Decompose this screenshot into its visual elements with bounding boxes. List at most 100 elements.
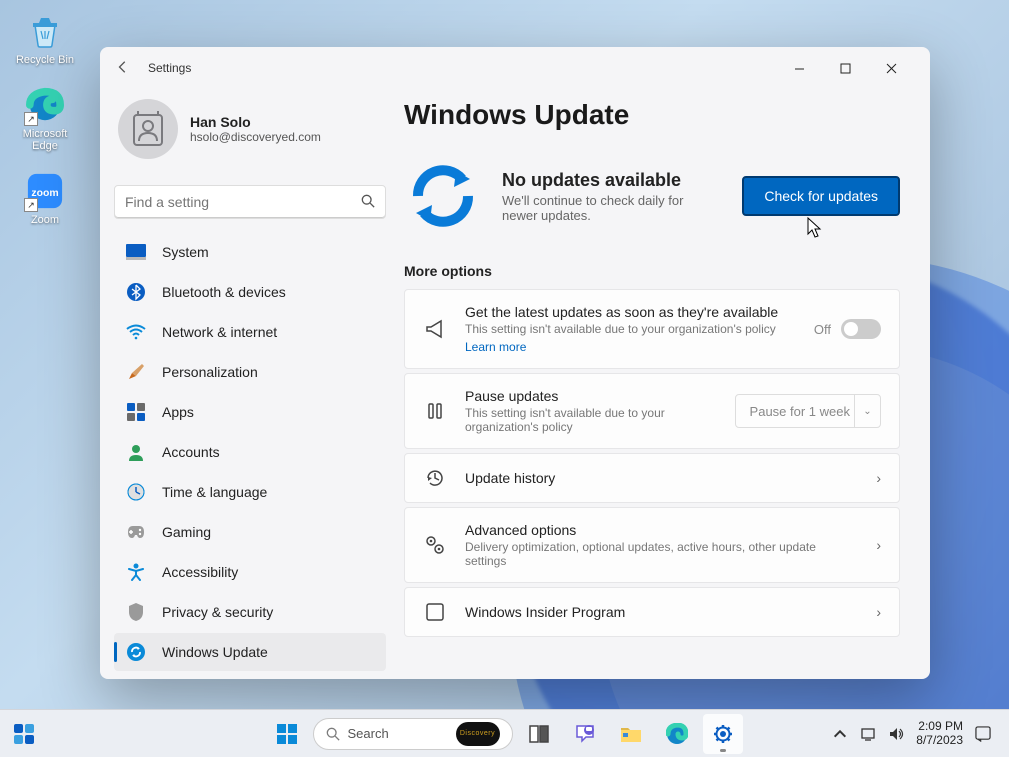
search-placeholder: Search: [348, 726, 444, 741]
sidebar-item-windows-update[interactable]: Windows Update: [114, 633, 386, 671]
nav-label: Gaming: [162, 524, 211, 540]
edge-button[interactable]: [657, 714, 697, 754]
window-title: Settings: [148, 61, 191, 75]
gears-icon: [423, 534, 447, 556]
nav-label: Windows Update: [162, 644, 268, 660]
card-windows-insider[interactable]: Windows Insider Program ›: [404, 587, 900, 637]
pause-icon: [423, 401, 447, 421]
card-title: Advanced options: [465, 522, 858, 538]
card-get-latest[interactable]: Get the latest updates as soon as they'r…: [404, 289, 900, 369]
main-content: Windows Update No updates available We'l…: [400, 89, 930, 679]
maximize-button[interactable]: [822, 52, 868, 84]
status-heading: No updates available: [502, 170, 722, 191]
sidebar-item-gaming[interactable]: Gaming: [114, 513, 386, 551]
more-options-label: More options: [404, 263, 900, 279]
sound-tray-icon[interactable]: [888, 726, 904, 742]
sidebar-item-bluetooth[interactable]: Bluetooth & devices: [114, 273, 386, 311]
toggle-switch[interactable]: [841, 319, 881, 339]
search-box[interactable]: [114, 185, 386, 219]
clock-icon: [126, 482, 146, 502]
apps-icon: [126, 402, 146, 422]
system-tray[interactable]: 2:09 PM 8/7/2023: [832, 720, 999, 746]
nav-label: Time & language: [162, 484, 267, 500]
sidebar-item-accounts[interactable]: Accounts: [114, 433, 386, 471]
card-title: Get the latest updates as soon as they'r…: [465, 304, 796, 320]
account-icon: [126, 442, 146, 462]
nav-label: Apps: [162, 404, 194, 420]
user-card[interactable]: Han Solo hsolo@discoveryed.com: [114, 89, 386, 177]
file-explorer-button[interactable]: [611, 714, 651, 754]
window-titlebar: Settings: [100, 47, 930, 89]
page-title: Windows Update: [404, 99, 900, 131]
settings-window: Settings Han Solo hsolo@discoveryed.com: [100, 47, 930, 679]
update-icon: [126, 642, 146, 662]
history-icon: [423, 468, 447, 488]
recycle-bin-label: Recycle Bin: [16, 54, 74, 66]
sidebar-item-apps[interactable]: Apps: [114, 393, 386, 431]
task-view-button[interactable]: [519, 714, 559, 754]
sync-icon: [404, 157, 482, 235]
card-sub: Delivery optimization, optional updates,…: [465, 540, 858, 568]
gaming-icon: [126, 522, 146, 542]
check-for-updates-button[interactable]: Check for updates: [742, 176, 900, 216]
desktop-icons: Recycle Bin ↗ Microsoft Edge zoom ↗ Zoom: [10, 10, 80, 226]
card-update-history[interactable]: Update history ›: [404, 453, 900, 503]
chevron-up-icon[interactable]: [832, 726, 848, 742]
widgets-button[interactable]: [10, 720, 38, 748]
zoom-label: Zoom: [31, 214, 59, 226]
sidebar-item-privacy[interactable]: Privacy & security: [114, 593, 386, 631]
megaphone-icon: [423, 318, 447, 340]
nav-label: Accessibility: [162, 564, 238, 580]
edge-icon[interactable]: ↗ Microsoft Edge: [10, 84, 80, 152]
user-name: Han Solo: [190, 114, 321, 130]
chevron-right-icon: ›: [876, 470, 881, 486]
insider-icon: [423, 602, 447, 622]
card-title: Update history: [465, 470, 858, 486]
accessibility-icon: [126, 562, 146, 582]
pause-select[interactable]: Pause for 1 week ⌄: [735, 394, 881, 428]
bluetooth-icon: [126, 282, 146, 302]
sidebar-item-accessibility[interactable]: Accessibility: [114, 553, 386, 591]
user-email: hsolo@discoveryed.com: [190, 130, 321, 144]
nav-label: Personalization: [162, 364, 258, 380]
card-sub: This setting isn't available due to your…: [465, 322, 796, 336]
settings-button[interactable]: [703, 714, 743, 754]
recycle-bin-icon[interactable]: Recycle Bin: [10, 10, 80, 66]
nav: System Bluetooth & devices Network & int…: [114, 233, 386, 671]
sidebar-item-time[interactable]: Time & language: [114, 473, 386, 511]
sidebar-item-personalization[interactable]: Personalization: [114, 353, 386, 391]
card-title: Windows Insider Program: [465, 604, 858, 620]
zoom-icon[interactable]: zoom ↗ Zoom: [10, 170, 80, 226]
search-input[interactable]: [125, 194, 355, 210]
sidebar-item-network[interactable]: Network & internet: [114, 313, 386, 351]
discovery-pill: Discovery: [456, 722, 500, 746]
sidebar-item-system[interactable]: System: [114, 233, 386, 271]
card-pause-updates[interactable]: Pause updates This setting isn't availab…: [404, 373, 900, 449]
search-icon: [361, 194, 375, 211]
brush-icon: [126, 362, 146, 382]
back-button[interactable]: [116, 60, 130, 77]
taskbar: Search Discovery 2:09 PM 8/7/2023: [0, 709, 1009, 757]
nav-label: Bluetooth & devices: [162, 284, 286, 300]
notifications-tray-icon[interactable]: [975, 726, 991, 742]
chevron-down-icon: ⌄: [854, 395, 880, 427]
sidebar: Han Solo hsolo@discoveryed.com System Bl…: [100, 89, 400, 679]
toggle-label: Off: [814, 322, 831, 337]
minimize-button[interactable]: [776, 52, 822, 84]
status-sub: We'll continue to check daily for newer …: [502, 193, 692, 223]
close-button[interactable]: [868, 52, 914, 84]
avatar: [118, 99, 178, 159]
taskbar-search[interactable]: Search Discovery: [313, 718, 513, 750]
learn-more-link[interactable]: Learn more: [465, 340, 796, 354]
chat-button[interactable]: [565, 714, 605, 754]
nav-label: Accounts: [162, 444, 220, 460]
nav-label: Network & internet: [162, 324, 277, 340]
shield-icon: [126, 602, 146, 622]
taskbar-clock[interactable]: 2:09 PM 8/7/2023: [916, 720, 963, 746]
network-tray-icon[interactable]: [860, 726, 876, 742]
start-button[interactable]: [267, 714, 307, 754]
chevron-right-icon: ›: [876, 537, 881, 553]
chevron-right-icon: ›: [876, 604, 881, 620]
card-advanced-options[interactable]: Advanced options Delivery optimization, …: [404, 507, 900, 583]
system-icon: [126, 242, 146, 262]
